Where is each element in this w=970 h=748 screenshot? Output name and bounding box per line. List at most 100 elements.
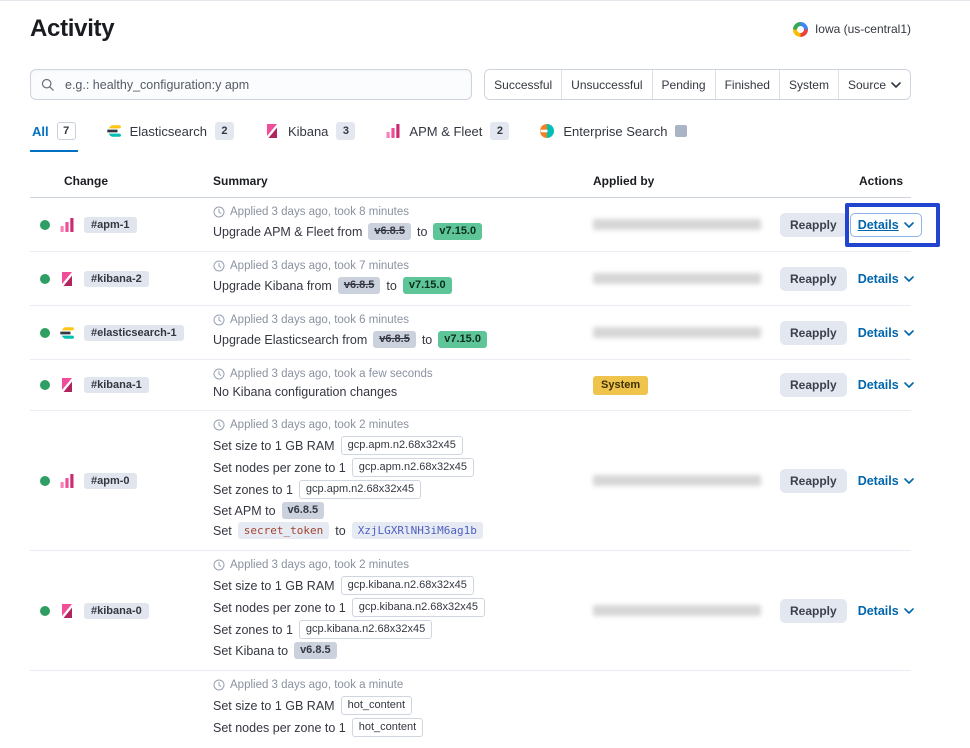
summary-cell: Applied 3 days ago, took 2 minutesSet si… (205, 411, 585, 550)
summary-line: Set nodes per zone to 1gcp.apm.n2.68x32x… (213, 458, 577, 477)
tab-enterprise-search[interactable]: Enterprise Search (537, 122, 689, 152)
summary-line: Set APM tov6.8.5 (213, 502, 577, 519)
actions-cell: Reapply Details (780, 469, 922, 493)
clock-icon (213, 419, 225, 431)
details-button[interactable]: Details (858, 604, 914, 618)
summary-line: Set size to 1 GB RAMhot_content (213, 696, 577, 715)
applied-time-text: Applied 3 days ago, took 6 minutes (230, 314, 409, 326)
status-dot (40, 274, 50, 284)
chevron-down-icon (904, 330, 914, 336)
filter-button-successful[interactable]: Successful (485, 70, 562, 99)
tab-elasticsearch[interactable]: Elasticsearch2 (104, 122, 236, 152)
clock-icon (213, 260, 225, 272)
reapply-button[interactable]: Reapply (780, 373, 847, 397)
activity-row: #apm-0 Applied 3 days ago, took 2 minutes… (30, 411, 911, 551)
activity-row: #elasticsearch-1 Applied 3 days ago, took… (30, 306, 911, 360)
region-label: Iowa (us-central1) (815, 22, 911, 36)
summary-cell: Applied 3 days ago, took 7 minutesUpgrad… (205, 252, 585, 305)
redacted-user (593, 219, 761, 230)
details-label: Details (858, 218, 899, 232)
kibana-icon (59, 603, 75, 619)
details-button[interactable]: Details (851, 214, 921, 236)
activity-row: #kibana-1Applied 3 days ago, took a few … (30, 360, 911, 411)
applied-time: Applied 3 days ago, took 7 minutes (213, 260, 577, 272)
reapply-button[interactable]: Reapply (780, 599, 847, 623)
tab-kibana[interactable]: Kibana3 (262, 122, 357, 152)
summary-text: to (417, 225, 427, 239)
change-cell: #elasticsearch-1 (30, 325, 205, 341)
clock-icon (213, 679, 225, 691)
details-label: Details (858, 474, 899, 488)
details-button[interactable]: Details (858, 326, 914, 340)
reapply-button[interactable]: Reapply (780, 469, 847, 493)
kibana-icon (264, 123, 280, 139)
applied-by-cell (585, 327, 780, 338)
summary-cell: Applied 3 days ago, took 8 minutesUpgrad… (205, 198, 585, 251)
redacted-user (593, 327, 761, 338)
details-button[interactable]: Details (858, 474, 914, 488)
summary-text: to (422, 333, 432, 347)
search-input[interactable] (63, 77, 461, 93)
applied-time: Applied 3 days ago, took a few seconds (213, 368, 577, 380)
change-cell: #apm-0 (30, 473, 205, 489)
column-header-applied-by: Applied by (585, 174, 780, 188)
applied-by-cell: System (585, 375, 780, 395)
summary-line: Set zones to 1gcp.kibana.n2.68x32x45 (213, 620, 577, 639)
tab-count-badge (675, 125, 687, 137)
summary-badge: v6.8.5 (373, 331, 416, 348)
actions-cell: Reapply Details (780, 321, 922, 345)
status-dot (40, 220, 50, 230)
summary-cell: Applied 3 days ago, took a few seconds No… (205, 360, 585, 410)
details-button[interactable]: Details (858, 272, 914, 286)
summary-text: No Kibana configuration changes (213, 385, 397, 399)
details-label: Details (858, 604, 899, 618)
change-cell: #kibana-2 (30, 271, 205, 287)
filter-button-finished[interactable]: Finished (716, 70, 780, 99)
details-label: Details (858, 378, 899, 392)
change-cell: #kibana-0 (30, 603, 205, 619)
tab-count-badge: 3 (336, 122, 355, 140)
summary-badge: v7.15.0 (403, 277, 452, 294)
actions-cell: Reapply Details (780, 599, 922, 623)
reapply-button[interactable]: Reapply (780, 321, 847, 345)
clock-icon (213, 368, 225, 380)
change-id-badge: #apm-0 (84, 473, 137, 489)
tab-count-badge: 2 (215, 122, 234, 140)
actions-cell: Reapply Details (780, 373, 922, 397)
chevron-down-icon (904, 478, 914, 484)
reapply-button[interactable]: Reapply (780, 267, 847, 291)
applied-time-text: Applied 3 days ago, took a minute (230, 679, 403, 691)
reapply-button[interactable]: Reapply (780, 213, 847, 237)
details-button[interactable]: Details (858, 378, 914, 392)
summary-text: Upgrade Elasticsearch from (213, 333, 367, 347)
tab-all[interactable]: All7 (30, 122, 78, 152)
applied-time-text: Applied 3 days ago, took 2 minutes (230, 559, 409, 571)
filter-button-unsuccessful[interactable]: Unsuccessful (562, 70, 652, 99)
summary-badge: secret_token (238, 522, 329, 539)
applied-time-text: Applied 3 days ago, took 8 minutes (230, 206, 409, 218)
summary-badge: gcp.apm.n2.68x32x45 (341, 436, 463, 455)
applied-time: Applied 3 days ago, took 2 minutes (213, 559, 577, 571)
activity-row: #kibana-2Applied 3 days ago, took 7 minu… (30, 252, 911, 306)
clock-icon (213, 206, 225, 218)
details-wrap: Details (858, 604, 914, 618)
filter-button-system[interactable]: System (780, 70, 839, 99)
summary-badge: gcp.kibana.n2.68x32x45 (352, 598, 485, 617)
summary-text: Set size to 1 GB RAM (213, 439, 335, 453)
elasticsearch-icon (59, 325, 75, 341)
filter-button-pending[interactable]: Pending (653, 70, 716, 99)
chevron-down-icon (904, 382, 914, 388)
filter-button-source[interactable]: Source (839, 70, 910, 99)
filter-label: Unsuccessful (571, 78, 642, 92)
search-box[interactable] (30, 69, 472, 100)
tab-apm-fleet[interactable]: APM & Fleet2 (383, 122, 511, 152)
chevron-down-icon (904, 276, 914, 282)
summary-cell: Applied 3 days ago, took 2 minutesSet si… (205, 551, 585, 670)
summary-line: Set nodes per zone to 1gcp.kibana.n2.68x… (213, 598, 577, 617)
kibana-icon (59, 377, 75, 393)
summary-badge: gcp.apm.n2.68x32x45 (299, 480, 421, 499)
summary-text: Set zones to 1 (213, 483, 293, 497)
applied-time-text: Applied 3 days ago, took a few seconds (230, 368, 433, 380)
region-selector[interactable]: Iowa (us-central1) (793, 22, 911, 37)
tab-label: Enterprise Search (563, 124, 667, 139)
